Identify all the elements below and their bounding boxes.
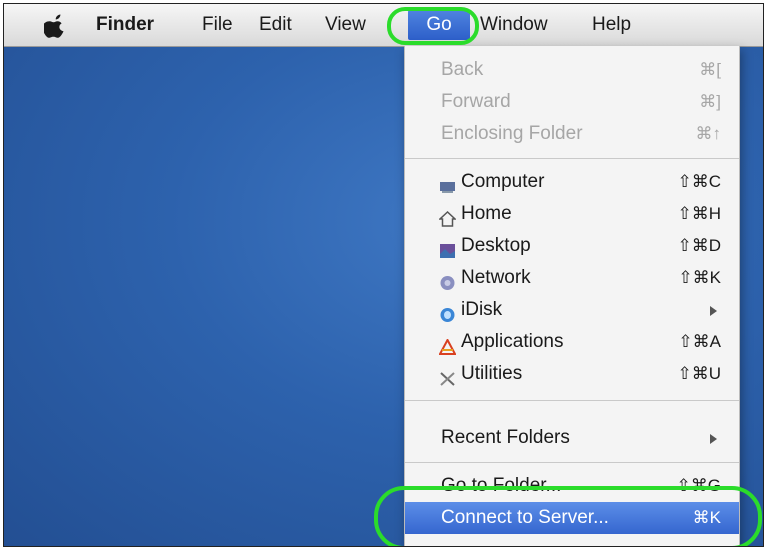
menu-view[interactable]: View bbox=[325, 4, 366, 46]
home-icon bbox=[438, 206, 457, 227]
menu-item-shortcut: ⇧⌘C bbox=[677, 172, 721, 191]
apple-icon[interactable] bbox=[44, 4, 68, 46]
menu-item-desktop[interactable]: Desktop ⇧⌘D bbox=[405, 230, 739, 262]
menu-separator bbox=[405, 462, 739, 463]
menu-item-go-to-folder[interactable]: Go to Folder... ⇧⌘G bbox=[405, 470, 739, 502]
menu-item-label: Enclosing Folder bbox=[441, 123, 583, 144]
computer-icon bbox=[439, 174, 456, 193]
menu-item-label: Network bbox=[461, 267, 531, 288]
go-menu-dropdown: Back ⌘[ Forward ⌘] Enclosing Folder ⌘↑ C… bbox=[404, 46, 740, 546]
menu-item-idisk[interactable]: iDisk bbox=[405, 294, 739, 326]
menu-item-label: Utilities bbox=[461, 363, 523, 384]
idisk-icon bbox=[439, 302, 456, 322]
menu-item-label: Applications bbox=[461, 331, 564, 352]
menu-item-label: Back bbox=[441, 59, 484, 80]
submenu-arrow-icon bbox=[710, 306, 717, 316]
menu-separator bbox=[405, 400, 739, 401]
menu-bar: Finder File Edit View Go Window Help bbox=[4, 4, 763, 47]
menu-item-shortcut: ⇧⌘D bbox=[677, 236, 721, 255]
applications-icon bbox=[438, 334, 457, 355]
menu-item-recent-folders[interactable]: Recent Folders bbox=[405, 422, 739, 454]
menu-item-label: Go to Folder... bbox=[441, 475, 562, 496]
menu-item-label: Connect to Server... bbox=[441, 507, 609, 528]
menu-item-shortcut: ⇧⌘K bbox=[678, 268, 721, 287]
menu-item-label: Home bbox=[461, 203, 512, 224]
menu-item-back: Back ⌘[ bbox=[405, 54, 739, 86]
utilities-icon bbox=[439, 366, 456, 386]
menu-item-shortcut: ⌘] bbox=[699, 92, 721, 111]
menu-window[interactable]: Window bbox=[480, 4, 548, 46]
menu-item-shortcut: ⇧⌘A bbox=[678, 332, 721, 351]
menu-item-shortcut: ⇧⌘H bbox=[677, 204, 721, 223]
menu-file[interactable]: File bbox=[202, 4, 233, 46]
menu-item-utilities[interactable]: Utilities ⇧⌘U bbox=[405, 358, 739, 390]
menu-item-label: Desktop bbox=[461, 235, 531, 256]
menu-item-shortcut: ⌘K bbox=[692, 508, 721, 527]
menu-finder[interactable]: Finder bbox=[96, 4, 154, 46]
menu-item-shortcut: ⌘↑ bbox=[695, 124, 722, 143]
menu-item-connect-to-server[interactable]: Connect to Server... ⌘K bbox=[405, 502, 739, 534]
screenshot-frame: Finder File Edit View Go Window Help Bac… bbox=[3, 3, 764, 547]
network-icon bbox=[439, 270, 456, 290]
menu-item-home[interactable]: Home ⇧⌘H bbox=[405, 198, 739, 230]
menu-item-label: Forward bbox=[441, 91, 511, 112]
desktop-icon bbox=[439, 238, 456, 258]
menu-go[interactable]: Go bbox=[408, 10, 470, 40]
menu-item-shortcut: ⇧⌘G bbox=[676, 476, 721, 495]
menu-item-applications[interactable]: Applications ⇧⌘A bbox=[405, 326, 739, 358]
menu-item-forward: Forward ⌘] bbox=[405, 86, 739, 118]
menu-help[interactable]: Help bbox=[592, 4, 631, 46]
menu-item-computer[interactable]: Computer ⇧⌘C bbox=[405, 166, 739, 198]
menu-item-shortcut: ⌘[ bbox=[699, 60, 721, 79]
menu-item-shortcut: ⇧⌘U bbox=[677, 364, 721, 383]
menu-item-label: Computer bbox=[461, 171, 545, 192]
submenu-arrow-icon bbox=[710, 434, 717, 444]
menu-item-enclosing-folder: Enclosing Folder ⌘↑ bbox=[405, 118, 739, 150]
menu-edit[interactable]: Edit bbox=[259, 4, 292, 46]
menu-item-label: Recent Folders bbox=[441, 427, 570, 448]
menu-separator bbox=[405, 158, 739, 159]
menu-item-network[interactable]: Network ⇧⌘K bbox=[405, 262, 739, 294]
menu-item-label: iDisk bbox=[461, 299, 503, 320]
